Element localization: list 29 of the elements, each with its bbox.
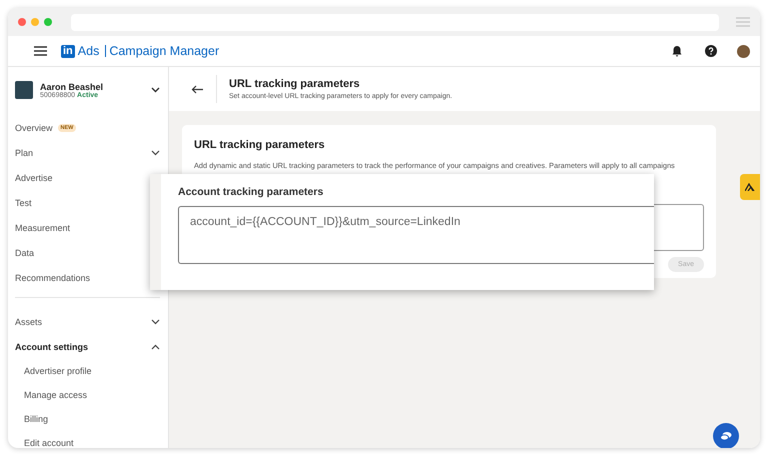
sidebar-subitem[interactable]: Billing: [15, 407, 160, 431]
bell-icon[interactable]: [671, 45, 683, 57]
sidebar-item[interactable]: Account settings: [15, 334, 160, 359]
chat-button[interactable]: [713, 423, 739, 448]
chevron-down-icon[interactable]: [151, 87, 160, 93]
mountain-icon: [745, 183, 755, 191]
page-title: URL tracking parameters: [229, 78, 361, 90]
extension-tab[interactable]: [740, 174, 760, 200]
minimize-dot[interactable]: [31, 18, 39, 26]
menu-icon[interactable]: [34, 46, 47, 56]
sidebar-subitem[interactable]: Edit account: [15, 431, 160, 448]
product-name: Campaign Manager: [109, 44, 220, 58]
account-avatar: [15, 81, 33, 99]
logo-mark: in: [61, 44, 75, 58]
back-arrow-icon[interactable]: [191, 84, 204, 94]
account-name: Aaron Beashel: [40, 82, 104, 92]
brand-name: Ads: [78, 44, 100, 58]
sidebar-item[interactable]: Plan: [15, 140, 160, 165]
sidebar-item[interactable]: Assets: [15, 309, 160, 334]
close-dot[interactable]: [18, 18, 26, 26]
tracking-parameters-field[interactable]: account_id={{ACCOUNT_ID}}&utm_source=LinkedIn: [178, 206, 654, 264]
profile-avatar[interactable]: [737, 44, 750, 58]
maximize-dot[interactable]: [44, 18, 52, 26]
chat-icon: [720, 431, 732, 441]
sidebar-subitem[interactable]: Advertiser profile: [15, 359, 160, 383]
help-icon[interactable]: [705, 45, 717, 57]
field-label: Account tracking parameters: [178, 186, 324, 198]
card-title: URL tracking parameters: [194, 139, 326, 151]
sidebar-subitem[interactable]: Manage access: [15, 383, 160, 407]
